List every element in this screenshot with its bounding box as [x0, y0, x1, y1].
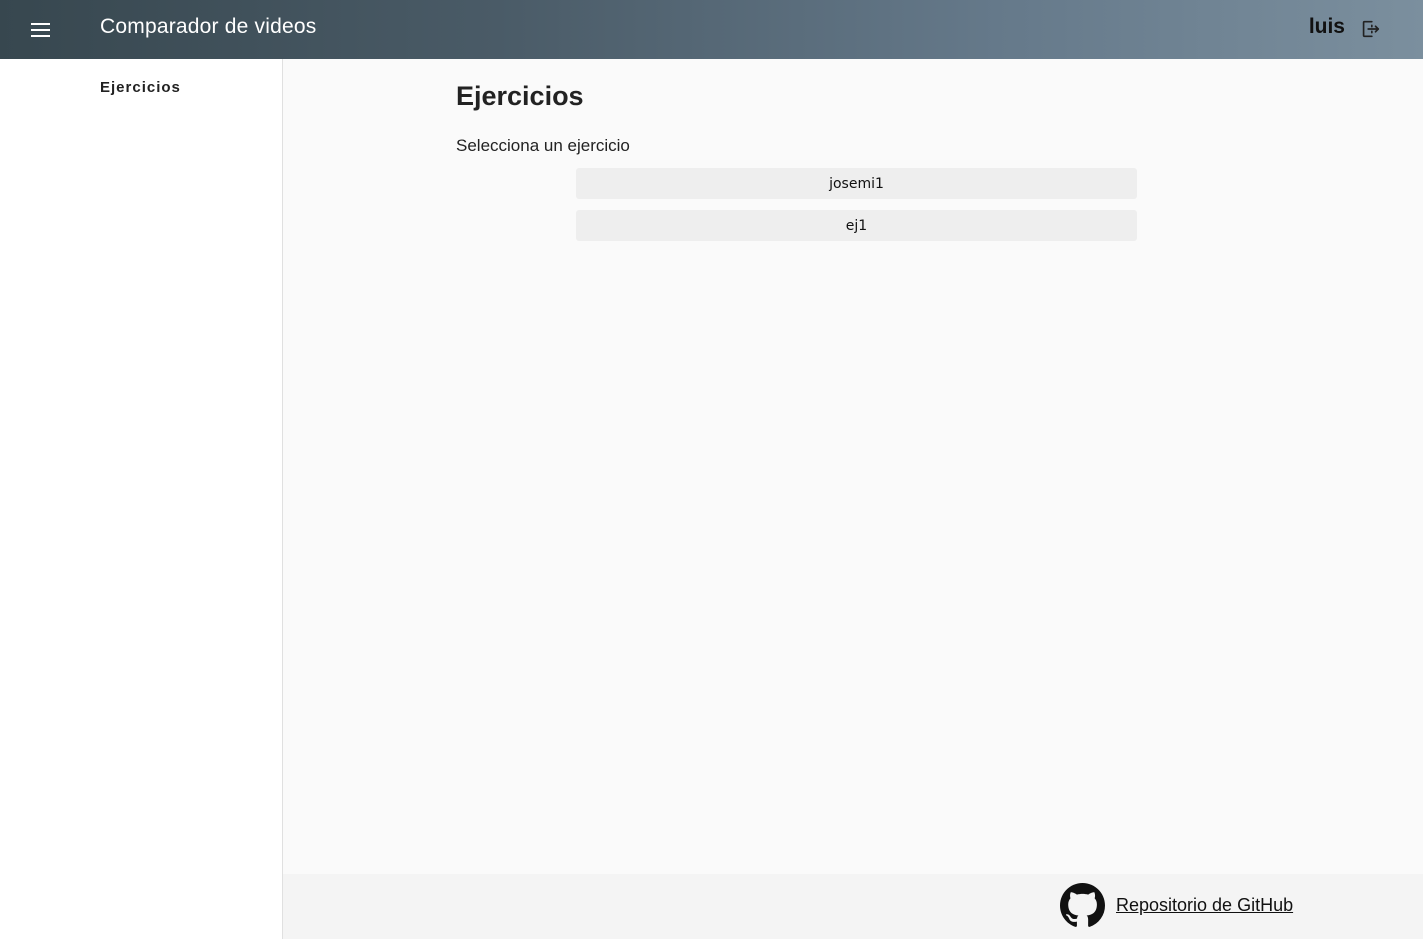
github-icon[interactable]	[1060, 883, 1105, 928]
footer: Repositorio de GitHub	[283, 874, 1423, 939]
page-title: Ejercicios	[456, 81, 584, 111]
sidebar-item-ejercicios[interactable]: Ejercicios	[100, 79, 181, 96]
main-content: Ejercicios Selecciona un ejercicio josem…	[283, 59, 1423, 874]
hamburger-menu-icon[interactable]	[28, 18, 54, 42]
exercise-button-ej1[interactable]: ej1	[576, 210, 1137, 241]
logout-icon[interactable]	[1359, 18, 1381, 40]
sidebar: Ejercicios	[0, 59, 283, 939]
app-header: Comparador de videos luis	[0, 0, 1423, 59]
github-repo-link[interactable]: Repositorio de GitHub	[1116, 895, 1293, 916]
username-label: luis	[1308, 15, 1345, 38]
page-subtitle: Selecciona un ejercicio	[456, 136, 630, 155]
exercise-button-josemi1[interactable]: josemi1	[576, 168, 1137, 199]
app-title: Comparador de videos	[100, 15, 317, 38]
exercise-list: josemi1 ej1	[576, 168, 1137, 252]
